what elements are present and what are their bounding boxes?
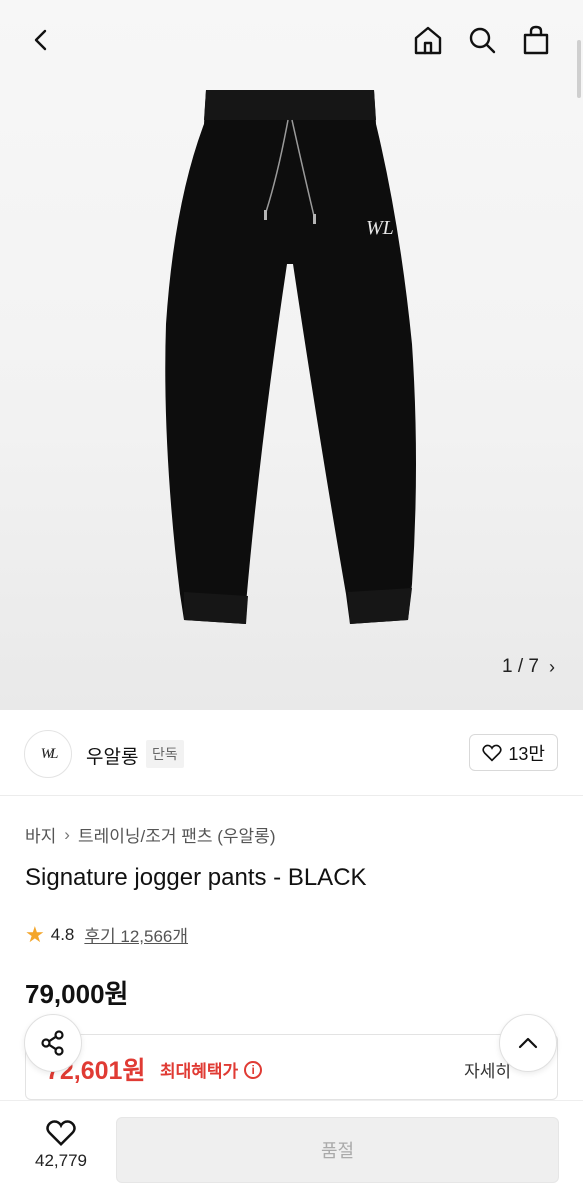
chevron-right-icon: › (64, 824, 70, 844)
chevron-left-icon (34, 29, 47, 51)
heart-icon (482, 744, 503, 762)
share-button[interactable] (24, 1014, 82, 1072)
share-icon (41, 1030, 64, 1056)
bottom-action-bar: 42,779 품절 (0, 1100, 583, 1200)
product-image: WL (165, 90, 416, 624)
search-button[interactable] (462, 20, 502, 60)
image-pager[interactable]: 1 / 7 › (502, 652, 555, 682)
breadcrumb-item[interactable]: 트레이닝/조거 팬츠 (우알롱) (78, 822, 276, 847)
sold-out-button[interactable]: 품절 (116, 1117, 559, 1183)
scrollbar[interactable] (577, 40, 581, 98)
best-price-label-group: 최대혜택가 i (160, 1057, 263, 1082)
brand-logo-embroidery: WL (366, 217, 394, 239)
brand-like-button[interactable]: 13만 (469, 734, 558, 771)
product-image-carousel[interactable]: WL 1 / 7 › (0, 0, 583, 710)
product-title: Signature jogger pants - BLACK (25, 864, 367, 891)
reviews-link[interactable]: 후기 12,566개 (84, 922, 188, 947)
rating: ★ 4.8 후기 12,566개 (25, 922, 188, 947)
breadcrumb: 바지 › 트레이닝/조거 팬츠 (우알롱) (25, 822, 276, 847)
search-icon (469, 27, 496, 54)
star-icon: ★ (25, 921, 45, 947)
brand-row: WL 우알롱 단독 13만 (0, 710, 583, 796)
home-icon (414, 26, 442, 55)
brand-like-count: 13만 (508, 743, 545, 764)
chevron-up-icon (518, 1037, 538, 1049)
best-price-label: 최대혜택가 (160, 1062, 239, 1081)
heart-icon (46, 1120, 76, 1147)
back-button[interactable] (22, 20, 62, 60)
cart-button[interactable] (516, 20, 556, 60)
chevron-right-icon: › (549, 656, 555, 677)
product-price: 79,000원 (25, 979, 129, 1009)
wishlist-button[interactable]: 42,779 (22, 1119, 100, 1171)
brand-logo-text: WL (40, 745, 59, 762)
info-icon[interactable]: i (244, 1060, 263, 1079)
best-price-detail-link[interactable]: 자세히 (464, 1057, 511, 1082)
exclusive-badge: 단독 (146, 740, 184, 768)
scroll-top-button[interactable] (499, 1014, 557, 1072)
rating-score: 4.8 (50, 924, 75, 944)
wishlist-count: 42,779 (35, 1151, 87, 1170)
home-button[interactable] (408, 20, 448, 60)
best-price-box[interactable]: 72,601원 최대혜택가 i 자세히 (25, 1034, 558, 1100)
shopping-bag-icon (523, 25, 549, 55)
pager-text: 1 / 7 (502, 656, 539, 677)
brand-logo[interactable]: WL (24, 730, 72, 778)
brand-name[interactable]: 우알롱 (86, 742, 138, 769)
breadcrumb-item[interactable]: 바지 (25, 822, 56, 847)
